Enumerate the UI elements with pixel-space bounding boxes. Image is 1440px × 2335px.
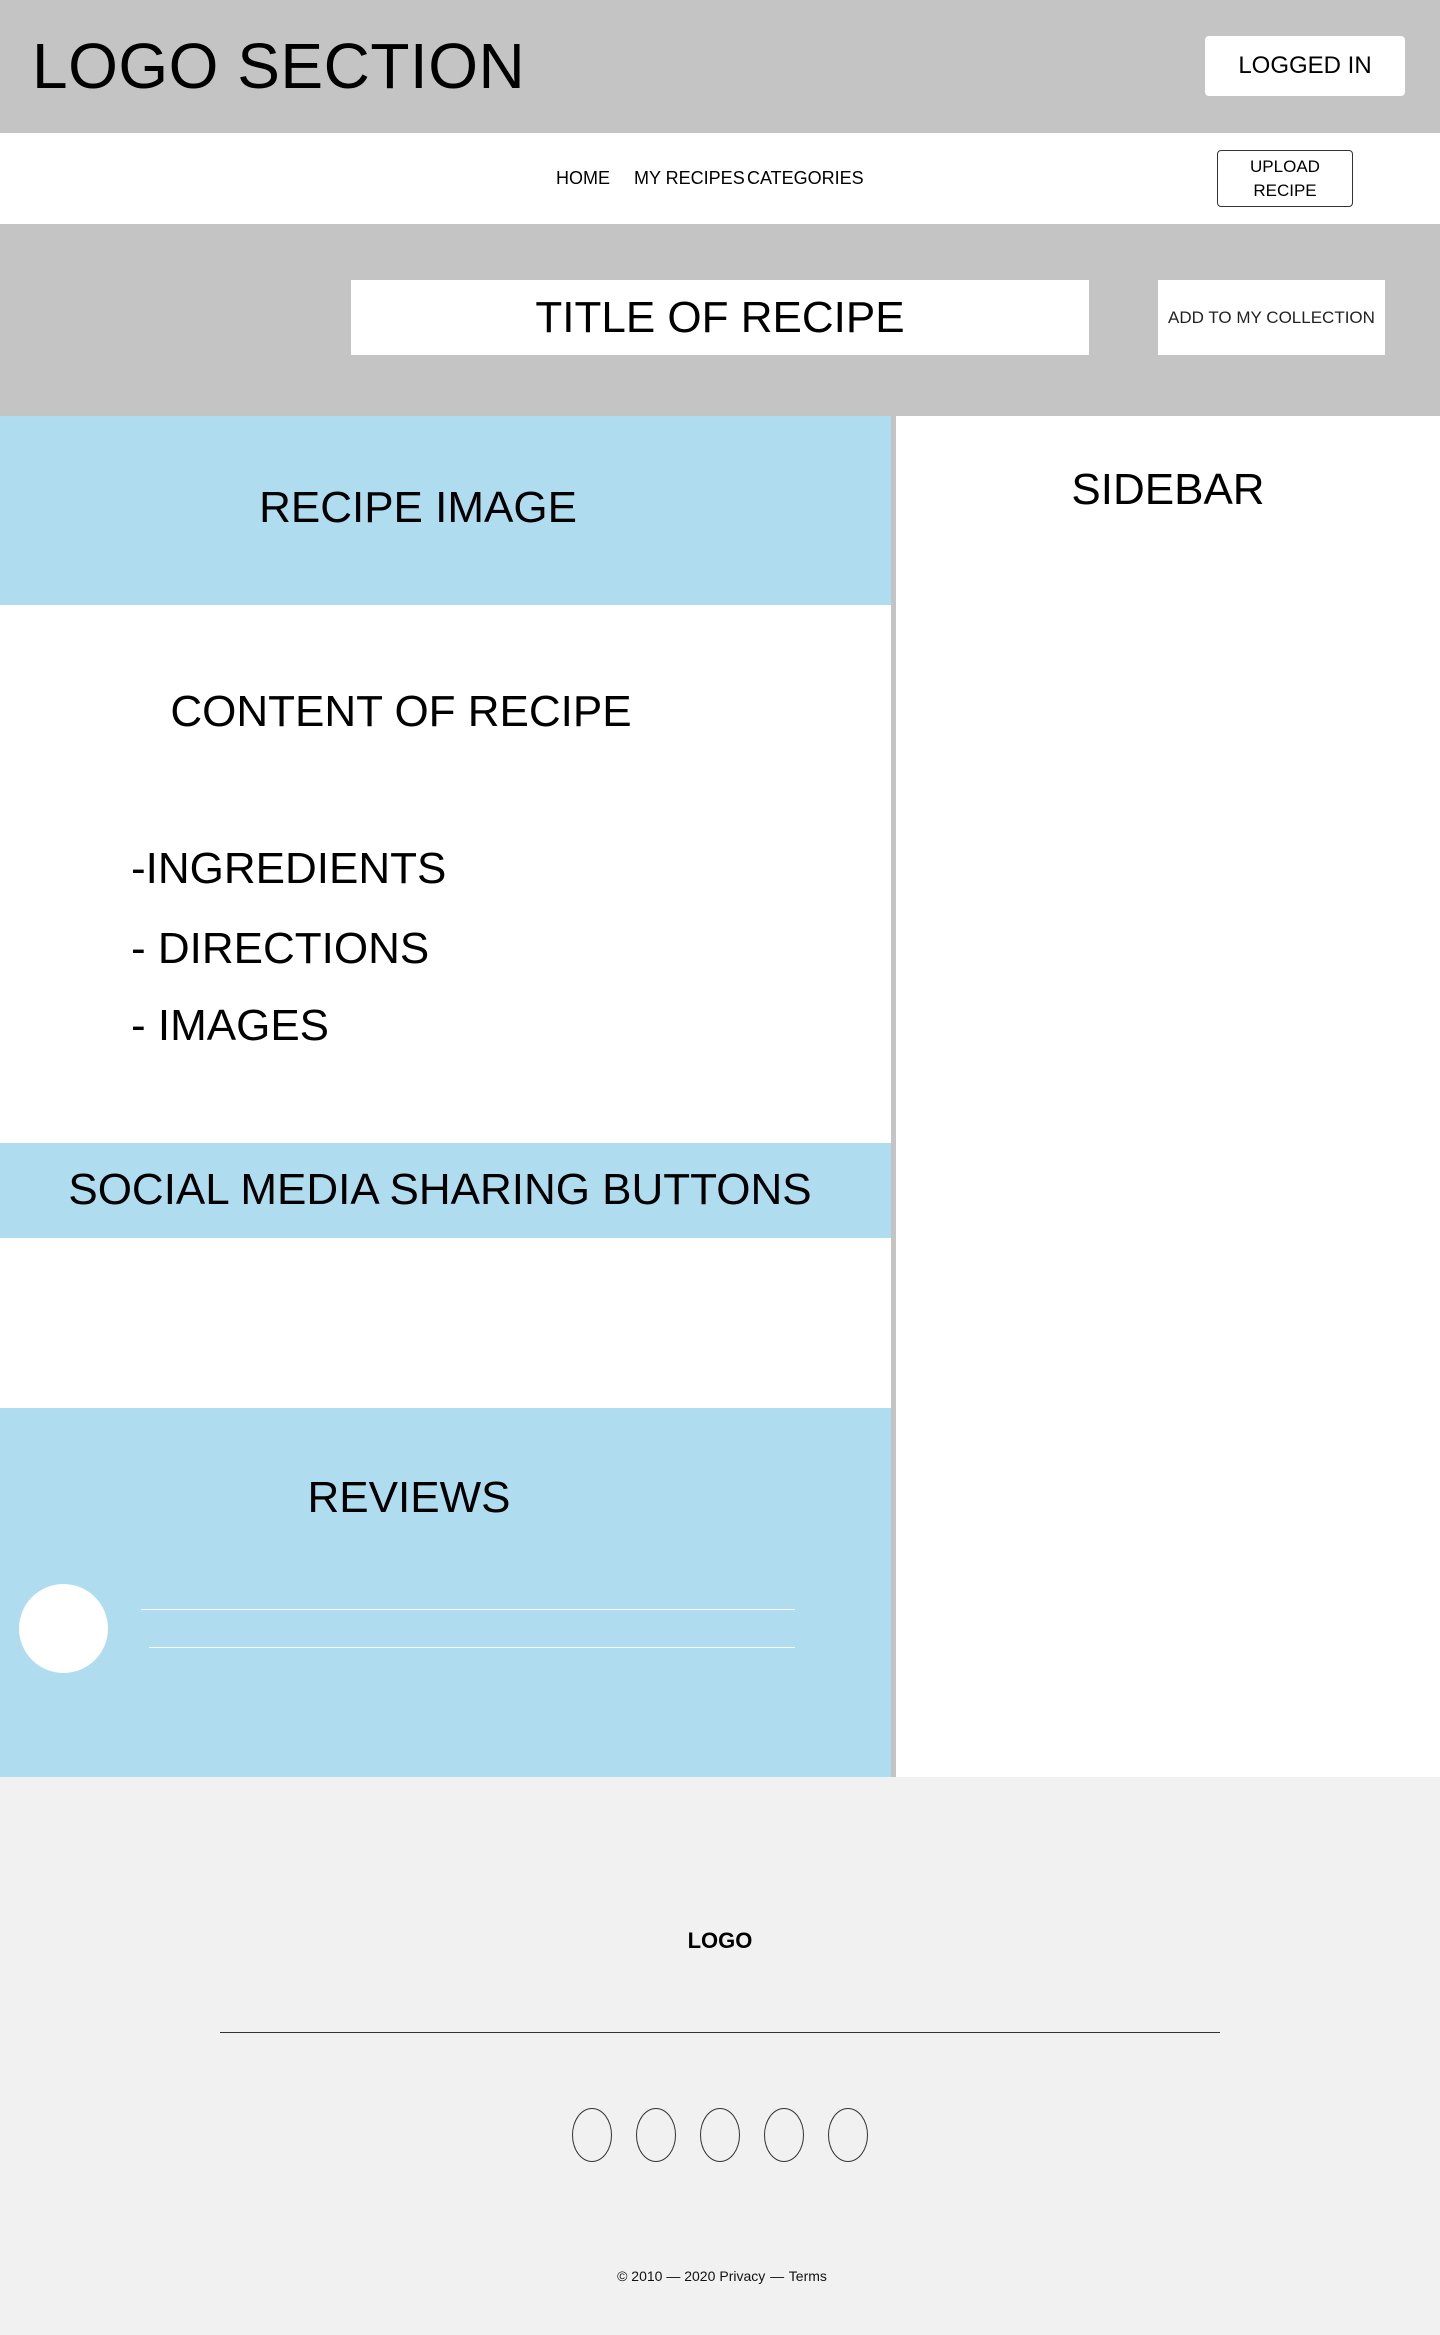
social-sharing-buttons[interactable]: SOCIAL MEDIA SHARING BUTTONS [0, 1143, 891, 1238]
copyright-text: © 2010 — 2020 [617, 2268, 716, 2284]
reviewer-avatar [19, 1584, 108, 1673]
nav-home[interactable]: HOME [556, 167, 610, 189]
sidebar: SIDEBAR [896, 416, 1440, 1777]
content-title: CONTENT OF RECIPE [170, 687, 632, 736]
social-icon-4[interactable] [764, 2108, 804, 2162]
footer-logo[interactable]: LOGO [0, 1927, 1440, 1955]
social-icon-2[interactable] [636, 2108, 676, 2162]
recipe-title: TITLE OF RECIPE [351, 280, 1089, 355]
review-text-line [149, 1647, 795, 1648]
title-band: TITLE OF RECIPE ADD TO MY COLLECTION [0, 224, 1440, 416]
upload-label-line2: RECIPE [1253, 181, 1317, 200]
nav-categories[interactable]: CATEGORIES [747, 167, 864, 189]
logged-in-button[interactable]: LOGGED IN [1205, 36, 1405, 96]
reviews-title: REVIEWS [307, 1473, 511, 1522]
content-item-ingredients: -INGREDIENTS [131, 844, 447, 893]
reviews-section: REVIEWS [0, 1408, 891, 1777]
header: LOGO SECTION LOGGED IN [0, 0, 1440, 133]
review-text-line [141, 1609, 795, 1610]
recipe-image: RECIPE IMAGE [0, 416, 891, 605]
social-icon-5[interactable] [828, 2108, 868, 2162]
link-separator: — [770, 2268, 785, 2284]
main-nav: HOME MY RECIPES CATEGORIES UPLOAD RECIPE [0, 133, 1440, 224]
social-icon-3[interactable] [700, 2108, 740, 2162]
upload-recipe-button[interactable]: UPLOAD RECIPE [1217, 150, 1353, 207]
nav-my-recipes[interactable]: MY RECIPES [634, 167, 745, 189]
terms-link[interactable]: Terms [789, 2268, 827, 2284]
footer: LOGO © 2010 — 2020 Privacy — Terms [0, 1777, 1440, 2335]
content-item-images: - IMAGES [131, 1001, 330, 1050]
logo-section[interactable]: LOGO SECTION [32, 30, 525, 102]
footer-divider [220, 2032, 1220, 2033]
privacy-link[interactable]: Privacy [719, 2268, 765, 2284]
recipe-image-label: RECIPE IMAGE [259, 483, 577, 532]
upload-label-line1: UPLOAD [1250, 157, 1320, 176]
recipe-main-column: RECIPE IMAGE CONTENT OF RECIPE -INGREDIE… [0, 416, 891, 1777]
social-sharing-label: SOCIAL MEDIA SHARING BUTTONS [68, 1165, 812, 1214]
content-item-directions: - DIRECTIONS [131, 924, 430, 973]
social-icon-1[interactable] [572, 2108, 612, 2162]
add-to-collection-button[interactable]: ADD TO MY COLLECTION [1158, 280, 1385, 355]
footer-copyright-row: © 2010 — 2020 Privacy — Terms [0, 2267, 1440, 2285]
sidebar-title: SIDEBAR [1071, 465, 1265, 514]
